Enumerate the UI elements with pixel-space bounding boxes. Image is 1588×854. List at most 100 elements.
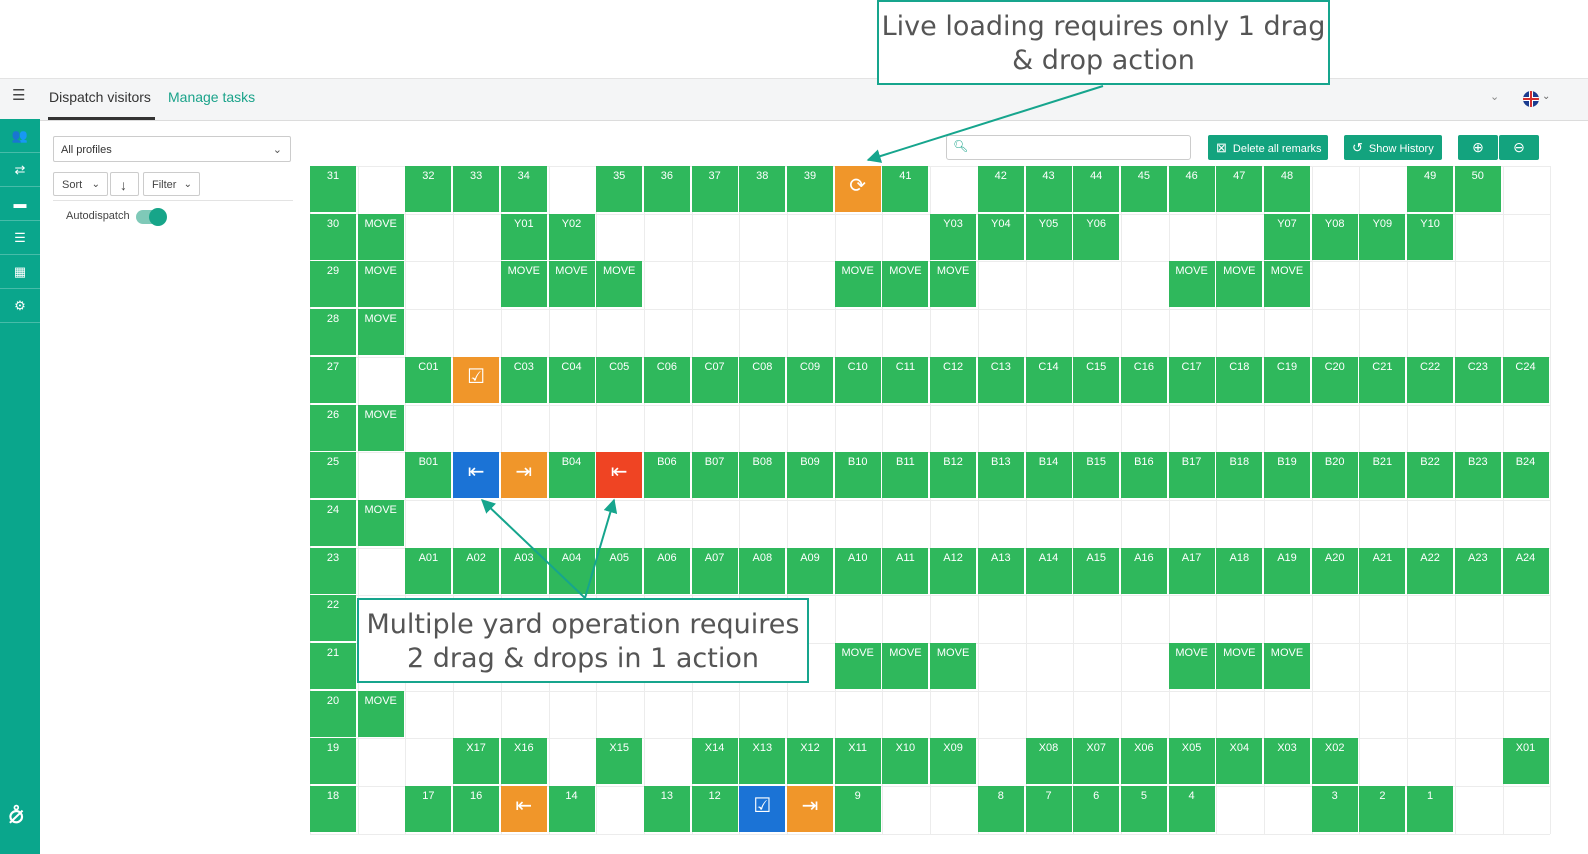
profile-select[interactable]: All profiles ⌄ [53,136,291,162]
dock-slot[interactable]: C22 [1407,356,1454,403]
dock-slot[interactable]: A20 [1311,547,1358,594]
move-slot[interactable]: MOVE [1216,261,1263,308]
dock-slot[interactable]: X02 [1311,738,1358,785]
dock-slot[interactable]: C04 [548,356,595,403]
dock-slot-with-task[interactable]: ⟳ [834,166,881,212]
table-icon[interactable]: ▦ [0,255,40,289]
dock-slot[interactable]: Y10 [1407,213,1454,260]
dock-slot[interactable]: A21 [1359,547,1406,594]
dock-slot[interactable]: C14 [1025,356,1072,403]
delete-all-remarks-button[interactable]: ⊠ Delete all remarks [1208,135,1328,160]
move-slot[interactable]: MOVE [357,261,404,308]
dock-slot[interactable]: B12 [930,452,977,499]
dock-slot[interactable]: 9 [834,786,881,833]
dock-slot[interactable]: B01 [405,452,452,499]
uk-flag-icon[interactable] [1523,91,1539,107]
dock-slot[interactable]: 39 [787,166,833,212]
dock-slot[interactable]: B21 [1359,452,1406,499]
dock-slot[interactable]: A04 [548,547,595,594]
sort-direction-button[interactable]: ↓ [110,172,139,196]
dock-slot[interactable]: B22 [1407,452,1454,499]
move-slot[interactable]: MOVE [834,261,881,308]
dock-slot[interactable]: 35 [596,166,643,212]
dock-slot[interactable]: A18 [1216,547,1263,594]
move-slot[interactable]: MOVE [930,261,977,308]
dock-slot[interactable]: 8 [977,786,1024,833]
sort-dropdown[interactable]: Sort ⌄ [53,172,108,196]
dock-slot[interactable]: C06 [643,356,690,403]
dock-slot[interactable]: C09 [787,356,833,403]
dock-slot[interactable]: A10 [834,547,881,594]
task-list-icon[interactable]: ☰ [0,221,40,255]
dock-slot[interactable]: 37 [691,166,738,212]
move-slot[interactable]: MOVE [357,404,404,451]
dock-slot-with-task[interactable]: ☑ [739,786,786,833]
dock-slot[interactable]: 4 [1168,786,1215,833]
dock-slot[interactable]: A07 [691,547,738,594]
dock-slot[interactable]: C17 [1168,356,1215,403]
search-input[interactable]: 🔍︎ [946,135,1191,160]
dock-slot[interactable]: A24 [1502,547,1549,594]
dock-slot[interactable]: Y03 [930,213,977,260]
tab-manage-tasks[interactable]: Manage tasks [168,89,255,105]
dock-slot[interactable]: Y05 [1025,213,1072,260]
settings-icon[interactable]: ⚙ [0,289,40,323]
dock-slot[interactable]: A01 [405,547,452,594]
dock-slot[interactable]: C10 [834,356,881,403]
dock-slot[interactable]: C18 [1216,356,1263,403]
dock-slot[interactable]: B24 [1502,452,1549,499]
move-slot[interactable]: MOVE [1168,261,1215,308]
dock-slot[interactable]: A05 [596,547,643,594]
transfer-icon[interactable]: ⇄ [0,153,40,187]
dock-slot[interactable]: 41 [882,166,929,212]
dock-slot[interactable]: X12 [787,738,833,785]
hamburger-icon[interactable]: ☰ [12,88,25,103]
move-slot[interactable]: MOVE [930,643,977,689]
dock-slot[interactable]: B09 [787,452,833,499]
dock-slot[interactable]: X05 [1168,738,1215,785]
dock-slot[interactable]: A22 [1407,547,1454,594]
dock-slot[interactable]: 46 [1168,166,1215,212]
dock-slot[interactable]: 38 [739,166,786,212]
dock-slot[interactable]: C11 [882,356,929,403]
dock-slot[interactable]: 14 [548,786,595,833]
zoom-out-button[interactable]: ⊖ [1499,135,1539,160]
dock-slot[interactable]: 43 [1025,166,1072,212]
dock-slot[interactable]: C12 [930,356,977,403]
dock-slot-with-task[interactable]: ⇤ [596,452,643,499]
dock-slot[interactable]: C01 [405,356,452,403]
dock-slot[interactable]: Y04 [977,213,1024,260]
dock-slot[interactable]: X01 [1502,738,1549,785]
move-slot[interactable]: MOVE [1216,643,1263,689]
dock-slot[interactable]: X06 [1120,738,1167,785]
dock-slot[interactable]: B10 [834,452,881,499]
dock-slot[interactable]: B13 [977,452,1024,499]
dock-slot[interactable]: B23 [1454,452,1501,499]
dock-slot[interactable]: B04 [548,452,595,499]
dock-slot[interactable]: 42 [977,166,1024,212]
dock-slot[interactable]: X11 [834,738,881,785]
dock-slot[interactable]: Y06 [1073,213,1120,260]
dock-slot[interactable]: 17 [405,786,452,833]
dock-slot[interactable]: B17 [1168,452,1215,499]
dock-slot[interactable]: X14 [691,738,738,785]
dock-slot[interactable]: 34 [500,166,547,212]
dock-slot[interactable]: B07 [691,452,738,499]
dock-slot[interactable]: Y08 [1311,213,1358,260]
language-chevron-icon[interactable]: ⌄ [1542,91,1550,102]
autodispatch-toggle[interactable] [136,208,167,226]
dock-slot-with-task[interactable]: ☑ [453,356,500,403]
dock-slot[interactable]: Y02 [548,213,595,260]
dock-slot[interactable]: 1 [1407,786,1454,833]
dock-slot[interactable]: B15 [1073,452,1120,499]
dock-slot[interactable]: 3 [1311,786,1358,833]
dock-slot[interactable]: X10 [882,738,929,785]
dock-slot[interactable]: 5 [1120,786,1167,833]
dock-slot[interactable]: C13 [977,356,1024,403]
dock-slot[interactable]: B06 [643,452,690,499]
dock-slot[interactable]: A12 [930,547,977,594]
move-slot[interactable]: MOVE [500,261,547,308]
dock-slot[interactable]: 13 [643,786,690,833]
dock-slot[interactable]: C03 [500,356,547,403]
dock-slot[interactable]: X09 [930,738,977,785]
